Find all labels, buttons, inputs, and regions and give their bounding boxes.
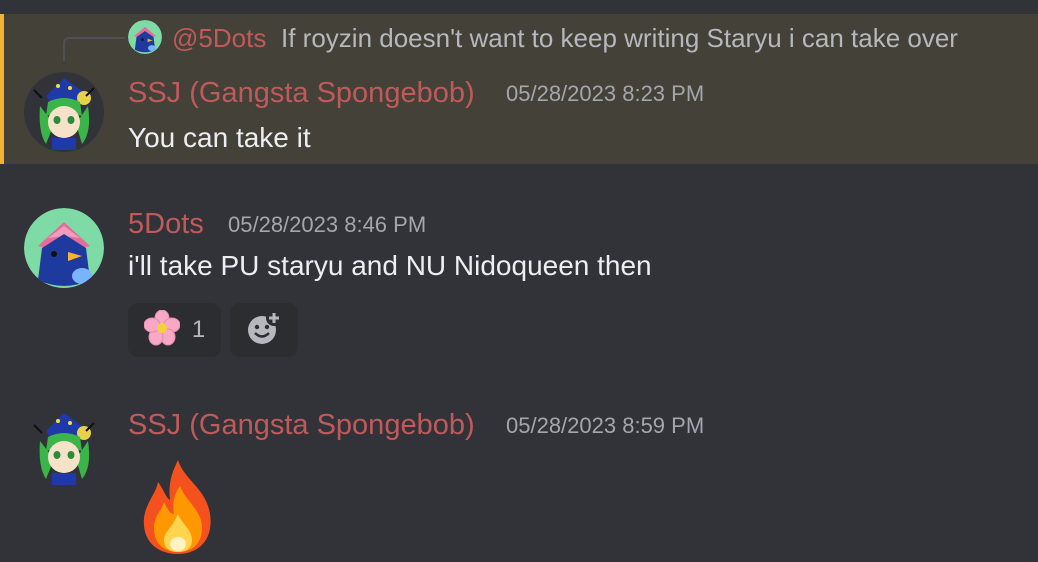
message-author[interactable]: SSJ (Gangsta Spongebob) bbox=[128, 409, 475, 442]
message-author[interactable]: 5Dots bbox=[128, 208, 204, 241]
reply-text[interactable]: If royzin doesn't want to keep writing S… bbox=[281, 23, 958, 54]
reply-avatar[interactable] bbox=[128, 20, 162, 54]
message-content: i'll take PU staryu and NU Nidoqueen the… bbox=[128, 250, 652, 281]
reply-preview[interactable]: @5Dots If royzin doesn't want to keep wr… bbox=[0, 14, 1038, 64]
add-reaction-button[interactable] bbox=[230, 303, 298, 357]
avatar[interactable] bbox=[24, 72, 104, 152]
message-timestamp: 05/28/2023 8:46 PM bbox=[228, 212, 427, 237]
avatar[interactable] bbox=[24, 208, 104, 288]
message-timestamp: 05/28/2023 8:59 PM bbox=[506, 413, 705, 438]
chat-messages: @5Dots If royzin doesn't want to keep wr… bbox=[0, 0, 1038, 562]
fire-icon bbox=[136, 458, 220, 556]
reply-connector bbox=[63, 37, 125, 61]
avatar[interactable] bbox=[24, 407, 104, 487]
message-content: You can take it bbox=[128, 122, 311, 153]
reaction-cherry-blossom[interactable]: 1 bbox=[128, 303, 221, 357]
add-reaction-icon bbox=[246, 309, 282, 351]
reply-author[interactable]: @5Dots bbox=[172, 23, 266, 54]
cherry-blossom-icon bbox=[143, 309, 181, 351]
message-timestamp: 05/28/2023 8:23 PM bbox=[506, 81, 705, 106]
reaction-count: 1 bbox=[191, 316, 206, 343]
message-author[interactable]: SSJ (Gangsta Spongebob) bbox=[128, 77, 475, 110]
